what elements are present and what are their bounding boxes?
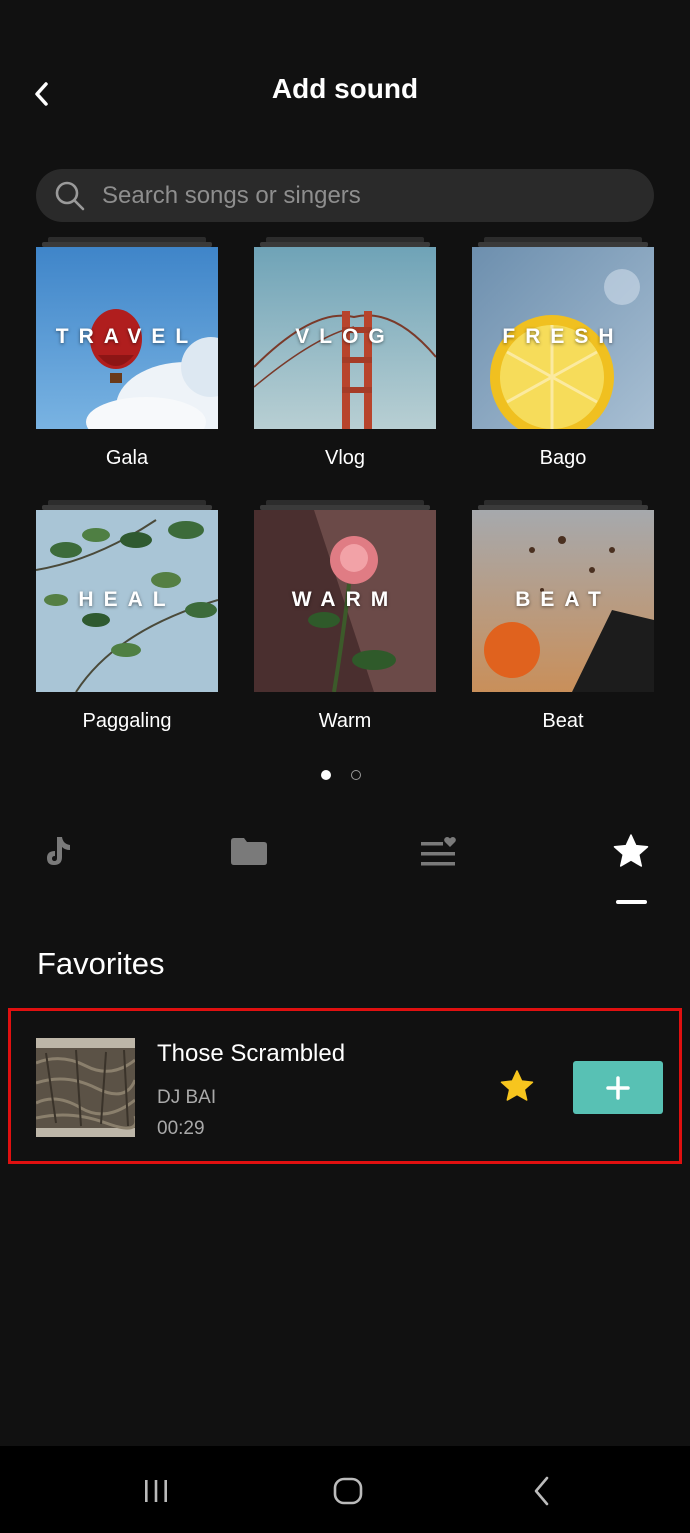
category-cover: HEAL [36, 510, 218, 692]
song-duration: 00:29 [157, 1118, 205, 1139]
category-name: Beat [542, 710, 584, 732]
tiktok-icon [47, 837, 70, 865]
category-cover-word: FRESH [502, 325, 624, 348]
pager-dot[interactable] [351, 770, 361, 780]
home-button[interactable] [323, 1466, 373, 1516]
pager-dot-active[interactable] [321, 770, 331, 780]
search-icon [55, 181, 85, 210]
category-cover-word: WARM [291, 588, 399, 611]
song-title: Those Scrambled [157, 1040, 346, 1067]
category-heal[interactable]: HEAL Paggaling [36, 500, 218, 732]
favorite-toggle[interactable] [498, 1068, 536, 1106]
tab-favorites[interactable] [606, 826, 656, 876]
song-cover-image [36, 1038, 135, 1137]
category-cover-word: TRAVEL [55, 325, 199, 348]
star-filled-icon [500, 1070, 534, 1101]
category-name: Warm [318, 710, 372, 732]
song-thumbnail[interactable] [36, 1038, 135, 1137]
back-icon [534, 1476, 549, 1506]
folder-icon [231, 838, 267, 865]
category-travel[interactable]: TRAVEL Gala [36, 237, 218, 469]
song-artist: DJ BAI [157, 1087, 217, 1108]
system-back-button[interactable] [517, 1466, 567, 1516]
search-input[interactable] [100, 180, 604, 211]
plus-icon [606, 1075, 630, 1100]
recent-apps-button[interactable] [131, 1466, 181, 1516]
playlist-heart-icon [421, 836, 456, 866]
recent-apps-icon [145, 1480, 167, 1502]
search-bar[interactable] [36, 169, 654, 222]
category-cover-word: VLOG [295, 325, 395, 348]
active-tab-indicator [616, 900, 647, 904]
star-icon [613, 834, 649, 867]
category-cover: BEAT [472, 510, 654, 692]
category-cover: FRESH [472, 247, 654, 429]
category-fresh[interactable]: FRESH Bago [472, 237, 654, 469]
section-heading: Favorites [37, 946, 165, 981]
category-cover: WARM [254, 510, 436, 692]
category-name: Bago [539, 447, 587, 469]
category-warm[interactable]: WARM Warm [254, 500, 436, 732]
category-cover-word: HEAL [78, 588, 176, 611]
add-song-button[interactable] [573, 1061, 663, 1114]
tab-tiktok[interactable] [34, 826, 84, 876]
category-cover-word: BEAT [515, 588, 611, 611]
category-cover: TRAVEL [36, 247, 218, 429]
category-name: Paggaling [82, 710, 172, 732]
tab-playlist[interactable] [414, 826, 464, 876]
home-icon [333, 1477, 363, 1505]
category-vlog[interactable]: VLOG Vlog [254, 237, 436, 469]
page-title: Add sound [271, 73, 419, 104]
tab-folder[interactable] [224, 826, 274, 876]
category-beat[interactable]: BEAT Beat [472, 500, 654, 732]
category-cover: VLOG [254, 247, 436, 429]
category-name: Gala [105, 447, 149, 469]
category-name: Vlog [324, 447, 366, 469]
